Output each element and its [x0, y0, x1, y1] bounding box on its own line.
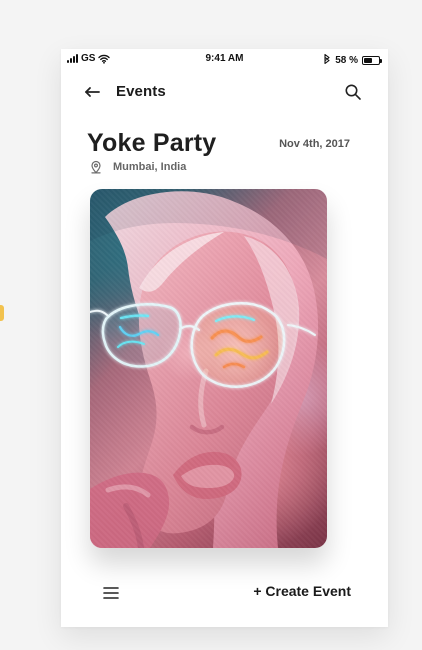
- battery-icon: [362, 56, 382, 65]
- event-date: Nov 4th, 2017: [279, 138, 350, 150]
- location-label: Mumbai, India: [113, 161, 187, 173]
- status-right: 58 %: [323, 53, 382, 68]
- accent-indicator: [0, 305, 4, 321]
- phone-frame: GS 9:41 AM 58 % Events Yoke Party Nov 4t…: [61, 49, 388, 627]
- back-arrow-icon[interactable]: [81, 81, 103, 103]
- battery-fill: [364, 58, 373, 63]
- app-screen: GS 9:41 AM 58 % Events Yoke Party Nov 4t…: [0, 0, 422, 650]
- create-event-button[interactable]: + Create Event: [253, 583, 351, 599]
- location-row: Mumbai, India: [89, 160, 186, 174]
- page-title: Events: [116, 83, 166, 100]
- location-pin-icon: [89, 160, 103, 174]
- bluetooth-icon: [323, 53, 331, 68]
- status-bar: GS 9:41 AM 58 %: [61, 49, 388, 69]
- menu-icon[interactable]: [102, 585, 120, 601]
- event-photo: [90, 189, 327, 548]
- navigation-bar: Events: [61, 77, 388, 107]
- battery-percent: 58 %: [335, 55, 358, 66]
- event-image-card[interactable]: [90, 189, 327, 548]
- search-icon[interactable]: [342, 81, 364, 103]
- bottom-bar: + Create Event: [61, 580, 388, 606]
- event-title: Yoke Party: [87, 129, 217, 157]
